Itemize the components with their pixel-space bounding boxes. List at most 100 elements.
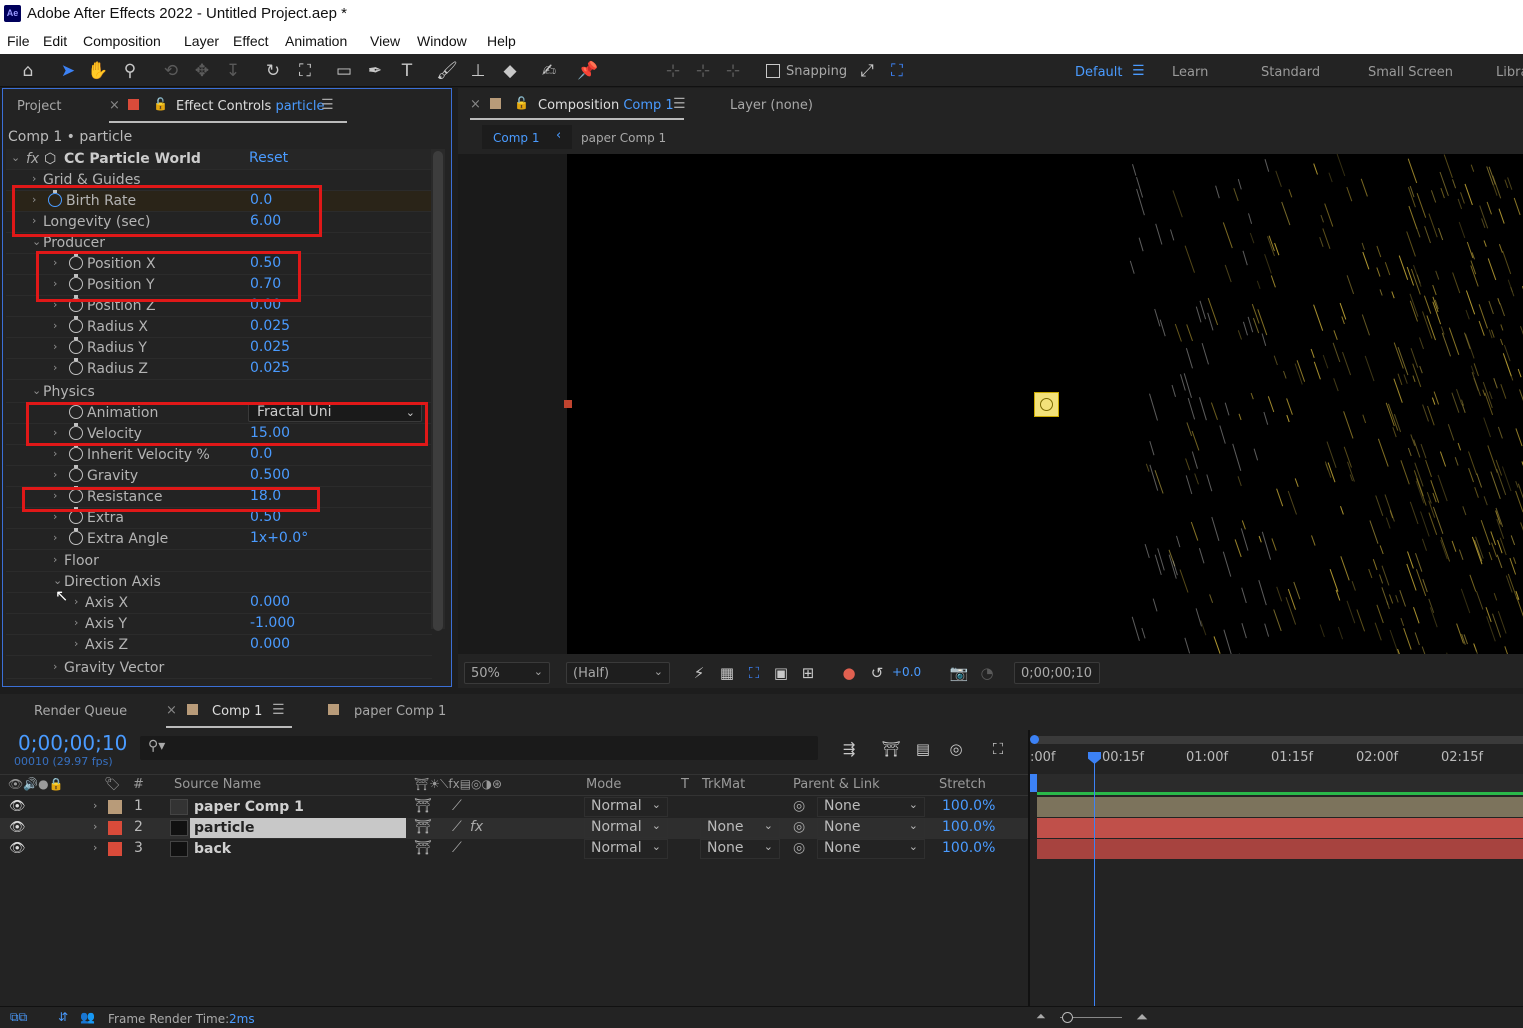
channels-icon[interactable]: ●: [838, 662, 860, 684]
clone-stamp-tool-icon[interactable]: ⊥: [467, 60, 489, 82]
menu-layer[interactable]: Layer: [184, 33, 219, 49]
label-tag-icon[interactable]: 🏷: [104, 777, 121, 792]
close-icon[interactable]: ×: [109, 98, 120, 113]
prop-value[interactable]: 0.025: [250, 318, 290, 334]
snapshot-camera-icon[interactable]: 📷: [948, 662, 970, 684]
chevron-right-icon[interactable]: ›: [93, 841, 97, 854]
quality-switch-icon[interactable]: ⟋: [452, 840, 462, 856]
render-info-icon[interactable]: 👥: [80, 1010, 95, 1024]
chevron-right-icon[interactable]: ›: [93, 820, 97, 833]
pan-camera-icon[interactable]: ✥: [191, 60, 213, 82]
layer-anchor-handle[interactable]: [564, 400, 572, 408]
prop-value[interactable]: -1.000: [250, 615, 295, 631]
chevron-down-icon[interactable]: ⌄: [32, 384, 41, 397]
layer-name[interactable]: back: [194, 841, 231, 857]
stopwatch-icon[interactable]: [69, 316, 83, 333]
time-stretch-icon[interactable]: ⇵: [58, 1010, 68, 1024]
chevron-right-icon[interactable]: ›: [53, 319, 57, 332]
timeline-divider[interactable]: [1028, 730, 1030, 1006]
tab-comp1[interactable]: Comp 1: [212, 704, 262, 719]
lock-icon[interactable]: 🔓: [514, 96, 529, 110]
pick-whip-icon[interactable]: ◎: [793, 819, 805, 835]
stopwatch-icon[interactable]: [69, 337, 83, 354]
region-of-interest-icon[interactable]: ▣: [770, 662, 792, 684]
workspace-menu-icon[interactable]: ☰: [1132, 63, 1145, 79]
resolution-dropdown[interactable]: (Half) ⌄: [566, 662, 670, 684]
chevron-right-icon[interactable]: ›: [32, 172, 36, 185]
snap-options-icon[interactable]: ⤢: [856, 60, 878, 82]
layer-row-3[interactable]: 👁 › 3 back ⛩ ⟋ Normal ⌄ None ⌄ ◎ None ⌄ 100…: [0, 839, 1030, 860]
group-direction-axis[interactable]: ⌄ Direction Axis: [6, 572, 432, 593]
breadcrumb-comp1[interactable]: Comp 1: [493, 131, 539, 145]
workspace-small-screen[interactable]: Small Screen: [1368, 65, 1453, 80]
layer-name[interactable]: particle: [194, 820, 254, 836]
quality-switch-icon[interactable]: ⟋: [452, 798, 462, 814]
menu-effect[interactable]: Effect: [233, 33, 269, 49]
chevron-right-icon[interactable]: ›: [74, 616, 78, 629]
menu-file[interactable]: File: [7, 33, 30, 49]
shy-switch-icon[interactable]: ⛩: [414, 840, 432, 856]
timeline-search-input[interactable]: ⚲▾: [140, 736, 818, 760]
work-area-start-handle[interactable]: [1030, 735, 1039, 744]
prop-value[interactable]: 0.500: [250, 467, 290, 483]
effect-switch-icon[interactable]: fx: [470, 819, 483, 835]
stretch-value[interactable]: 100.0%: [942, 840, 995, 856]
stopwatch-icon[interactable]: [69, 358, 83, 375]
panel-menu-icon[interactable]: ☰: [272, 702, 285, 718]
prop-radius-y[interactable]: › Radius Y 0.025: [6, 337, 432, 359]
particle-producer-handle[interactable]: [1034, 392, 1059, 417]
layer-bar-3[interactable]: [1037, 839, 1523, 859]
comp-start-marker[interactable]: [1030, 774, 1037, 792]
prop-axis-z[interactable]: › Axis Z 0.000: [6, 635, 432, 656]
comp-mini-flowchart-icon[interactable]: ⇶: [838, 738, 860, 760]
effect-header[interactable]: ⌄ fx ⬡ CC Particle World Reset: [6, 149, 432, 170]
layer-label-color[interactable]: [108, 821, 122, 835]
pan-behind-tool-icon[interactable]: ⛶: [294, 60, 316, 82]
group-floor[interactable]: › Floor: [6, 551, 432, 572]
layer-row-2[interactable]: 👁 › 2 particle ⛩ ⟋ fx Normal ⌄ None ⌄ ◎ No…: [0, 818, 1030, 839]
chevron-right-icon[interactable]: ›: [74, 637, 78, 650]
guides-grid-icon[interactable]: ⊞: [797, 662, 819, 684]
chevron-right-icon[interactable]: ›: [53, 361, 57, 374]
work-area-bar[interactable]: [1034, 736, 1523, 744]
composition-viewer[interactable]: [567, 154, 1523, 654]
shy-switch-icon[interactable]: ⛩: [414, 798, 432, 814]
prop-radius-x[interactable]: › Radius X 0.025: [6, 316, 432, 338]
prop-extra-angle[interactable]: › Extra Angle 1x+0.0°: [6, 528, 432, 550]
prop-axis-x[interactable]: › Axis X 0.000: [6, 593, 432, 614]
tab-project[interactable]: Project: [17, 99, 61, 114]
prop-value[interactable]: 0.025: [250, 339, 290, 355]
roto-brush-tool-icon[interactable]: ✍: [538, 60, 560, 82]
col-source-name[interactable]: Source Name: [174, 777, 261, 792]
local-axis-icon[interactable]: ⊹: [662, 60, 684, 82]
stopwatch-icon[interactable]: [69, 444, 83, 461]
menu-composition[interactable]: Composition: [83, 33, 161, 49]
workspace-libraries[interactable]: Libra: [1496, 65, 1523, 80]
parent-dropdown[interactable]: None ⌄: [817, 818, 925, 838]
selection-tool-icon[interactable]: ➤: [57, 60, 79, 82]
prop-value[interactable]: 1x+0.0°: [250, 530, 308, 546]
menu-window[interactable]: Window: [417, 33, 467, 49]
brush-tool-icon[interactable]: 🖌: [436, 60, 458, 82]
close-icon[interactable]: ×: [470, 97, 481, 112]
parent-dropdown[interactable]: None ⌄: [817, 839, 925, 859]
world-axis-icon[interactable]: ⊹: [692, 60, 714, 82]
puppet-pin-tool-icon[interactable]: 📌: [577, 60, 599, 82]
playhead-line[interactable]: [1094, 754, 1095, 1006]
home-icon[interactable]: ⌂: [17, 60, 39, 82]
stopwatch-icon[interactable]: [69, 465, 83, 482]
zoom-out-icon[interactable]: ⏶: [1036, 1009, 1046, 1024]
menu-help[interactable]: Help: [487, 33, 516, 49]
exposure-value[interactable]: +0.0: [892, 665, 921, 679]
chevron-right-icon[interactable]: ›: [93, 799, 97, 812]
eye-icon[interactable]: 👁: [9, 841, 26, 856]
parent-dropdown[interactable]: None ⌄: [817, 797, 925, 817]
prop-value[interactable]: 0.000: [250, 594, 290, 610]
motion-blur-icon[interactable]: ◎: [945, 738, 967, 760]
layer-label-color[interactable]: [108, 800, 122, 814]
pen-tool-icon[interactable]: ✒: [364, 60, 386, 82]
eye-icon[interactable]: 👁: [9, 820, 26, 835]
layer-label-color[interactable]: [108, 842, 122, 856]
view-axis-icon[interactable]: ⊹: [722, 60, 744, 82]
menu-edit[interactable]: Edit: [43, 33, 67, 49]
